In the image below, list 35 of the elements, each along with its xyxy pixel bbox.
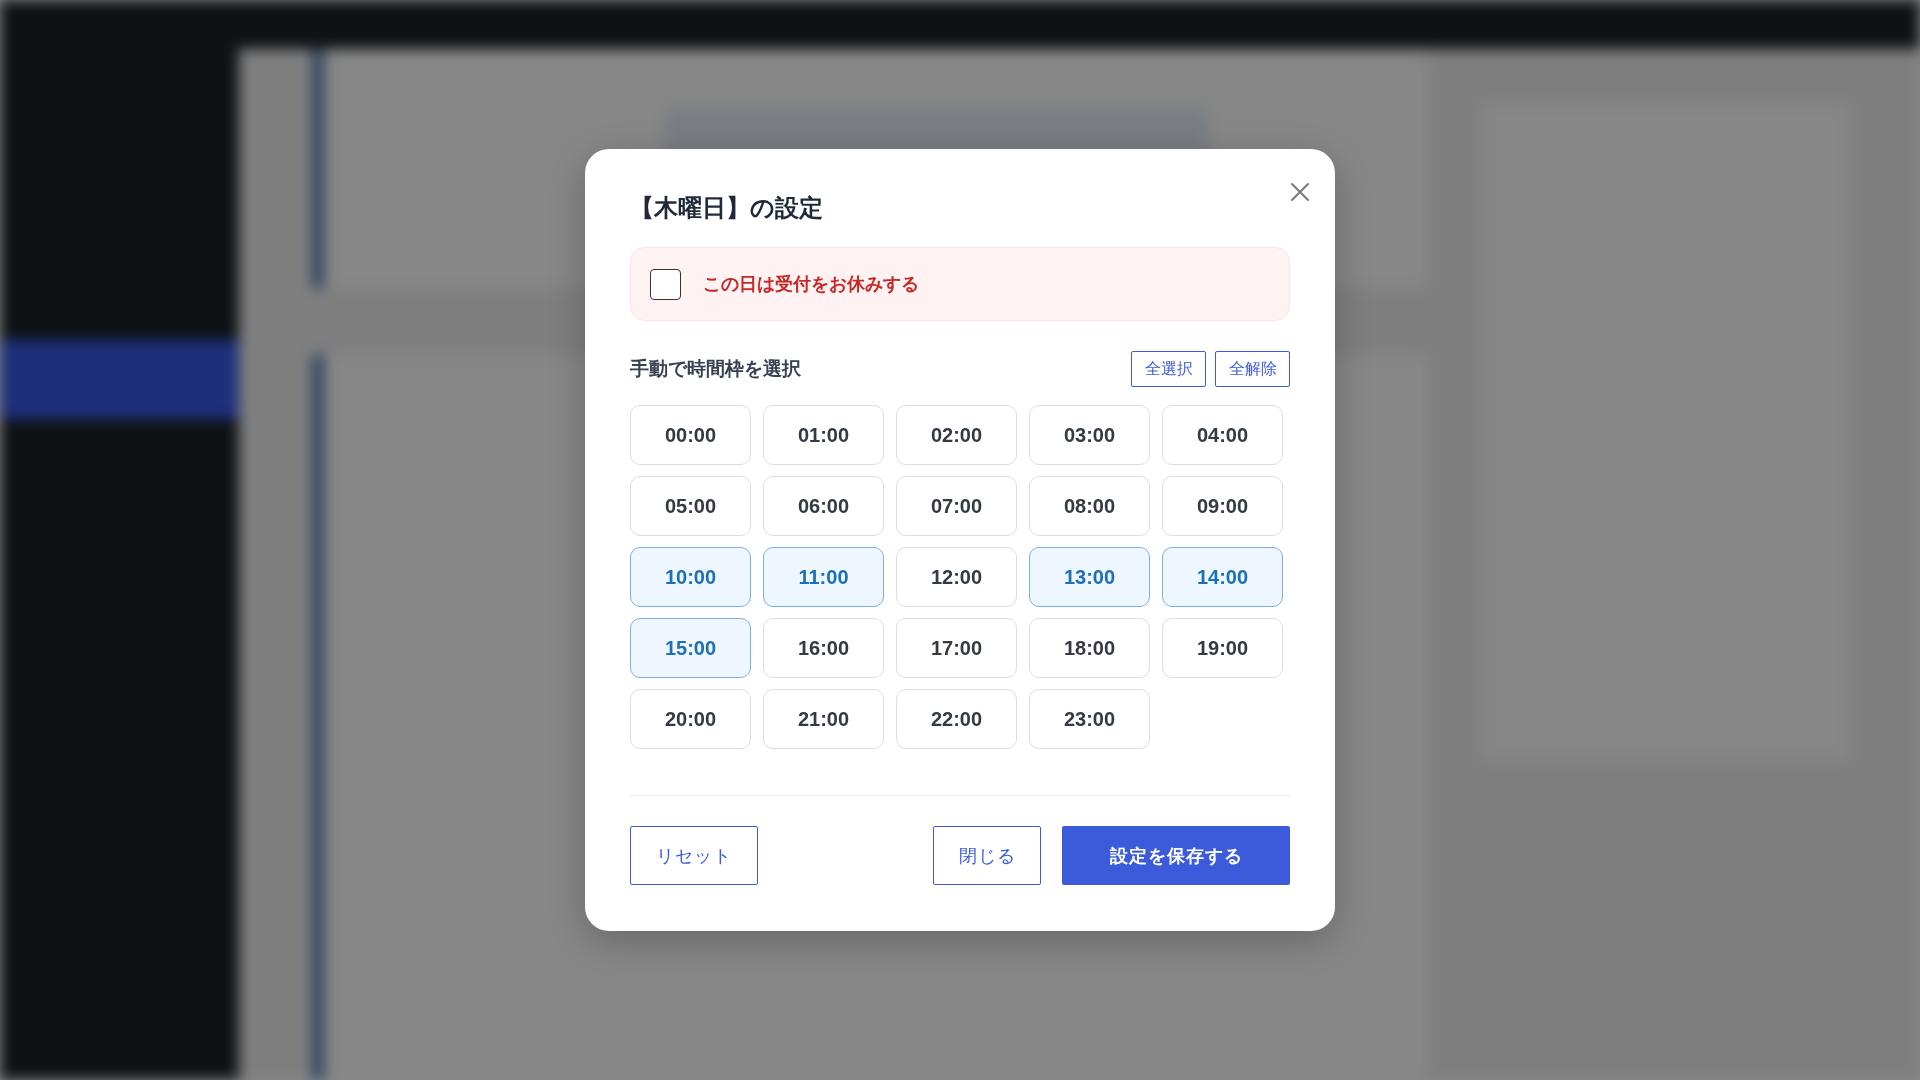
time-slot-button[interactable]: 15:00 [630,618,751,678]
time-slot-button[interactable]: 10:00 [630,547,751,607]
time-slot-button[interactable]: 20:00 [630,689,751,749]
time-slot-button[interactable]: 11:00 [763,547,884,607]
section-heading: 手動で時間枠を選択 [630,357,801,381]
time-slot-button[interactable]: 00:00 [630,405,751,465]
time-slot-button[interactable]: 22:00 [896,689,1017,749]
time-slot-button[interactable]: 05:00 [630,476,751,536]
reset-button[interactable]: リセット [630,826,758,885]
time-slot-button[interactable]: 08:00 [1029,476,1150,536]
time-slot-button[interactable]: 07:00 [896,476,1017,536]
time-slot-button[interactable]: 16:00 [763,618,884,678]
time-slot-button[interactable]: 13:00 [1029,547,1150,607]
time-slot-button[interactable]: 03:00 [1029,405,1150,465]
clear-all-button[interactable]: 全解除 [1215,351,1290,387]
time-slot-button[interactable]: 02:00 [896,405,1017,465]
close-button[interactable] [1290,182,1310,202]
time-slot-button[interactable]: 09:00 [1162,476,1283,536]
save-button[interactable]: 設定を保存する [1062,826,1290,885]
time-slot-button[interactable]: 18:00 [1029,618,1150,678]
checkbox[interactable] [650,268,681,300]
dialog-title: 【木曜日】の設定 [630,193,823,223]
select-all-button[interactable]: 全選択 [1131,351,1206,387]
time-slot-button[interactable]: 04:00 [1162,405,1283,465]
closed-day-label: この日は受付をお休みする [703,273,919,296]
time-slot-button[interactable]: 14:00 [1162,547,1283,607]
time-slot-button[interactable]: 17:00 [896,618,1017,678]
time-slot-button[interactable]: 01:00 [763,405,884,465]
time-slot-button[interactable]: 12:00 [896,547,1017,607]
time-slot-button[interactable]: 23:00 [1029,689,1150,749]
close-dialog-button[interactable]: 閉じる [933,826,1041,885]
time-slot-button[interactable]: 19:00 [1162,618,1283,678]
time-slot-button[interactable]: 06:00 [763,476,884,536]
close-icon [1290,182,1310,202]
time-slot-button[interactable]: 21:00 [763,689,884,749]
